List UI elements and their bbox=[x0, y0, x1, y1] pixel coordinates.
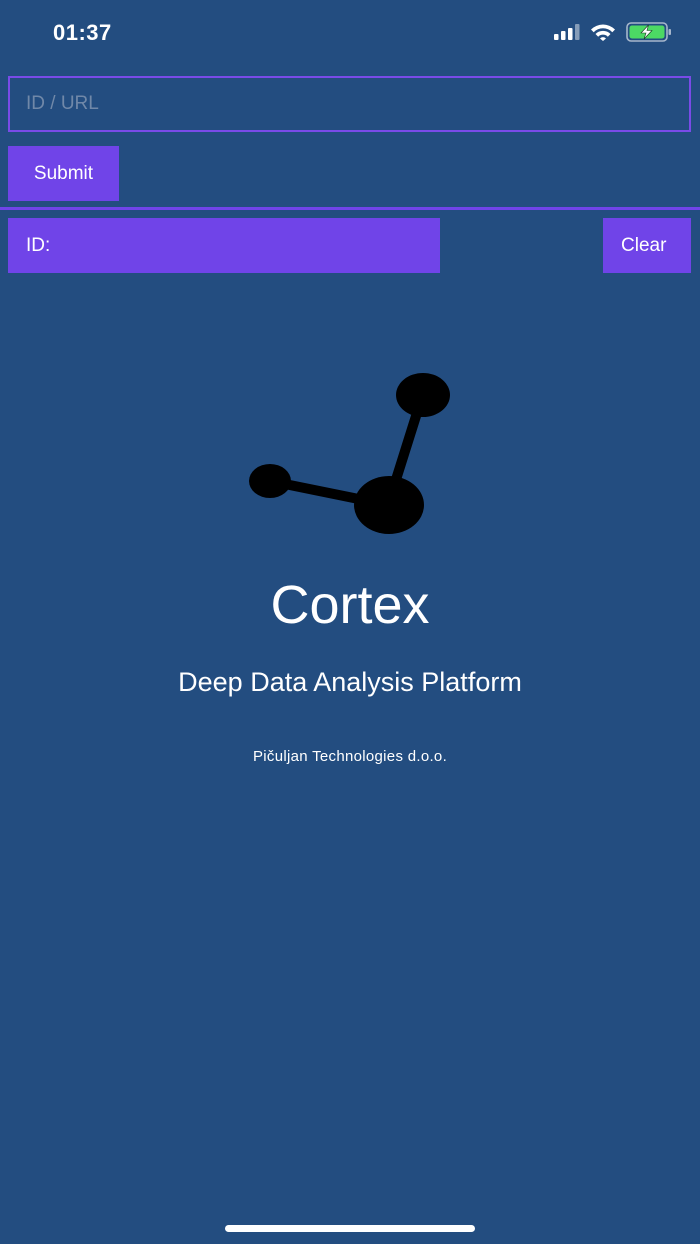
id-display: ID: bbox=[8, 218, 440, 273]
company-name: Pičuljan Technologies d.o.o. bbox=[252, 748, 448, 765]
clear-button[interactable]: Clear bbox=[603, 218, 691, 273]
app-title: Cortex bbox=[270, 575, 430, 635]
status-icons bbox=[554, 22, 672, 47]
battery-charging-icon bbox=[626, 22, 672, 47]
submit-button[interactable]: Submit bbox=[8, 146, 119, 201]
status-time: 01:37 bbox=[53, 20, 112, 45]
divider bbox=[0, 207, 700, 210]
id-url-input[interactable] bbox=[8, 76, 691, 132]
wifi-icon bbox=[590, 23, 616, 46]
app-subtitle: Deep Data Analysis Platform bbox=[178, 667, 522, 697]
status-bar: 01:37 bbox=[0, 0, 700, 70]
id-label: ID: bbox=[26, 234, 51, 256]
home-indicator[interactable] bbox=[225, 1225, 475, 1232]
signal-icon bbox=[554, 24, 580, 45]
molecule-logo-icon bbox=[240, 365, 460, 545]
